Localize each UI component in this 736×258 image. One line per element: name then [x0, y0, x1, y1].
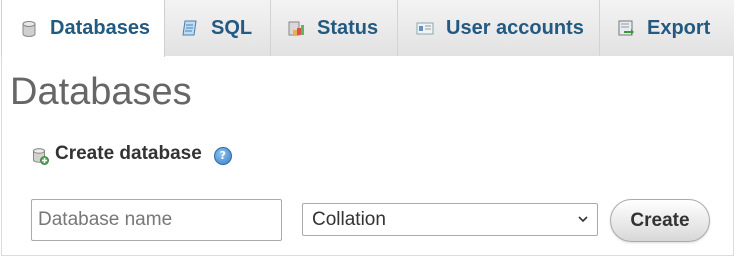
tab-label: Databases: [50, 17, 151, 39]
help-icon[interactable]: ?: [213, 147, 232, 165]
database-name-input[interactable]: [31, 199, 282, 241]
page-title: Databases: [10, 71, 192, 113]
tab-status[interactable]: Status: [271, 0, 398, 56]
tab-export[interactable]: Export: [600, 0, 734, 56]
collation-selected-value: Collation: [312, 208, 386, 230]
create-button[interactable]: Create: [610, 199, 710, 242]
tab-label: User accounts: [446, 16, 584, 39]
database-icon: [20, 20, 38, 38]
tab-label: Export: [647, 16, 711, 39]
create-database-label: Create database: [55, 143, 202, 164]
tab-label: SQL: [211, 16, 253, 39]
tab-label: Status: [317, 16, 379, 39]
database-add-icon: [32, 147, 49, 165]
chevron-down-icon: [578, 216, 588, 223]
top-tab-bar: Databases SQL Status User accounts Expor…: [1, 0, 734, 57]
export-icon: [617, 19, 635, 37]
collation-select[interactable]: Collation: [302, 203, 598, 236]
create-database-heading: Create database ?: [32, 141, 232, 167]
status-icon: [287, 19, 305, 37]
user-accounts-icon: [416, 19, 434, 37]
tab-databases[interactable]: Databases: [1, 0, 165, 57]
sql-icon: [181, 19, 199, 37]
tab-user-accounts[interactable]: User accounts: [398, 0, 600, 56]
tab-sql[interactable]: SQL: [165, 0, 271, 56]
